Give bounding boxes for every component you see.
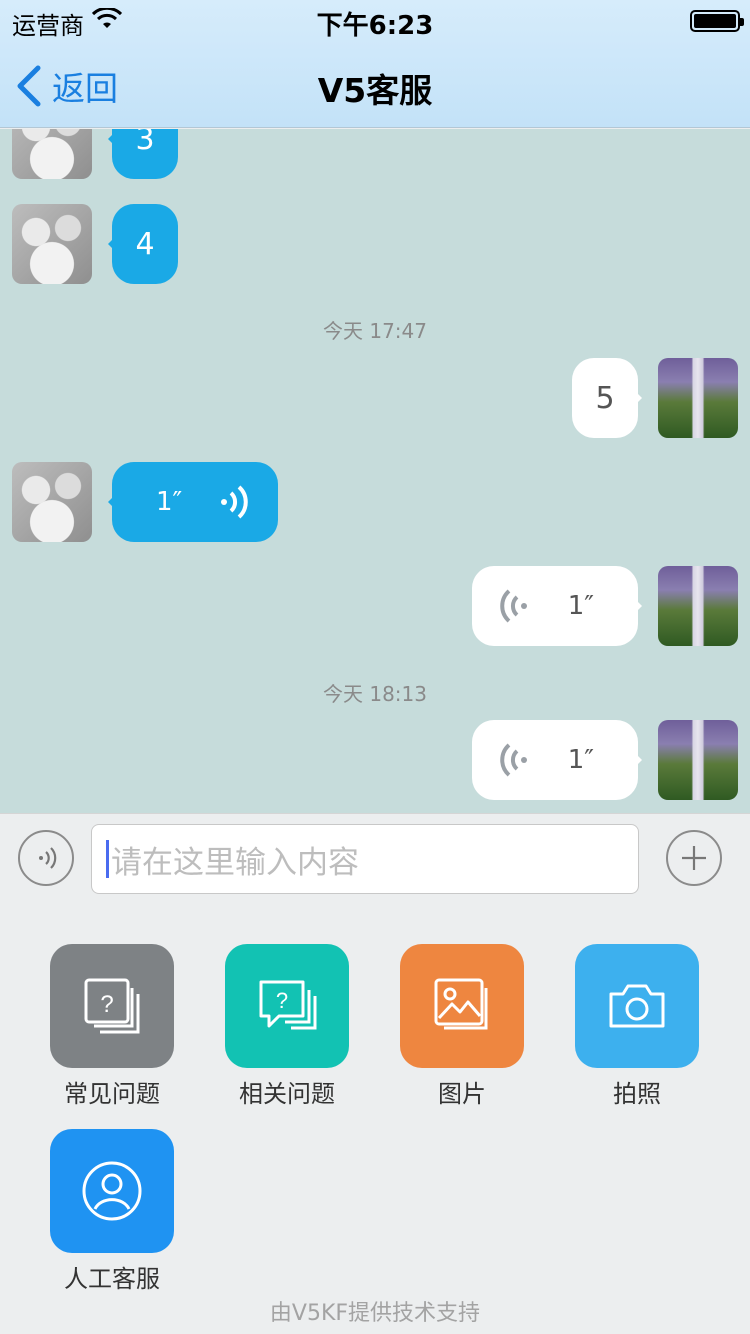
tool-label: 图片	[438, 1080, 486, 1108]
tool-label: 拍照	[613, 1080, 661, 1108]
message-input[interactable]: 请在这里输入内容	[91, 824, 639, 894]
message-text: 5	[595, 380, 615, 416]
tool-label: 人工客服	[64, 1265, 160, 1293]
voice-duration: 1″	[567, 745, 594, 775]
voice-wave-icon	[500, 589, 527, 623]
input-bar: 请在这里输入内容	[0, 813, 750, 903]
message-timestamp: 今天 17:47	[323, 319, 427, 343]
user-avatar[interactable]	[658, 566, 738, 646]
chat-message-list[interactable]: 3 4 今天 17:47 5 1″ 1″ 今天 18:13 1″	[0, 129, 750, 813]
tool-camera[interactable]: 拍照	[562, 944, 712, 1109]
agent-avatar[interactable]	[12, 462, 92, 542]
voice-wave-icon	[500, 743, 527, 777]
tool-label: 常见问题	[64, 1080, 160, 1108]
battery-icon	[690, 10, 744, 32]
message-input-placeholder: 请在这里输入内容	[111, 844, 359, 881]
status-time: 下午6:23	[316, 11, 434, 41]
image-icon	[400, 944, 524, 1068]
voice-message-outgoing[interactable]: 1″	[472, 720, 642, 800]
camera-icon	[575, 944, 699, 1068]
svg-text:?: ?	[276, 988, 288, 1013]
voice-duration: 1″	[567, 591, 594, 621]
tool-human-agent[interactable]: 人工客服	[37, 1129, 187, 1294]
powered-by-footer: 由V5KF提供技术支持	[269, 1301, 481, 1326]
plus-icon	[682, 846, 706, 870]
voice-duration: 1″	[156, 487, 183, 517]
related-question-icon: ?	[225, 944, 349, 1068]
agent-avatar[interactable]	[12, 129, 92, 179]
message-bubble-incoming[interactable]: 3	[108, 129, 178, 179]
faq-icon: ?	[50, 944, 174, 1068]
voice-toggle-button[interactable]	[18, 830, 74, 886]
voice-message-outgoing[interactable]: 1″	[472, 566, 642, 646]
tool-label: 相关问题	[239, 1080, 335, 1108]
tool-images[interactable]: 图片	[387, 944, 537, 1109]
navigation-header: 运营商 下午6:23 返回 V5客服	[0, 0, 750, 128]
voice-wave-icon	[221, 485, 248, 519]
message-text: 3	[135, 129, 155, 157]
agent-avatar[interactable]	[12, 204, 92, 284]
message-bubble-incoming[interactable]: 4	[108, 204, 178, 284]
status-bar: 运营商 下午6:23	[0, 0, 750, 41]
more-options-button[interactable]	[666, 830, 722, 886]
voice-message-incoming[interactable]: 1″	[108, 462, 278, 542]
svg-text:?: ?	[100, 991, 113, 1018]
message-timestamp: 今天 18:13	[323, 682, 427, 706]
tool-faq[interactable]: ? 常见问题	[37, 944, 187, 1109]
voice-input-icon	[39, 847, 57, 869]
tool-related-questions[interactable]: ? 相关问题	[212, 944, 362, 1109]
agent-icon	[50, 1129, 174, 1253]
page-title: V5客服	[317, 71, 433, 110]
text-cursor	[106, 840, 109, 878]
message-text: 4	[135, 226, 155, 262]
user-avatar[interactable]	[658, 358, 738, 438]
user-avatar[interactable]	[658, 720, 738, 800]
message-bubble-outgoing[interactable]: 5	[572, 358, 642, 438]
